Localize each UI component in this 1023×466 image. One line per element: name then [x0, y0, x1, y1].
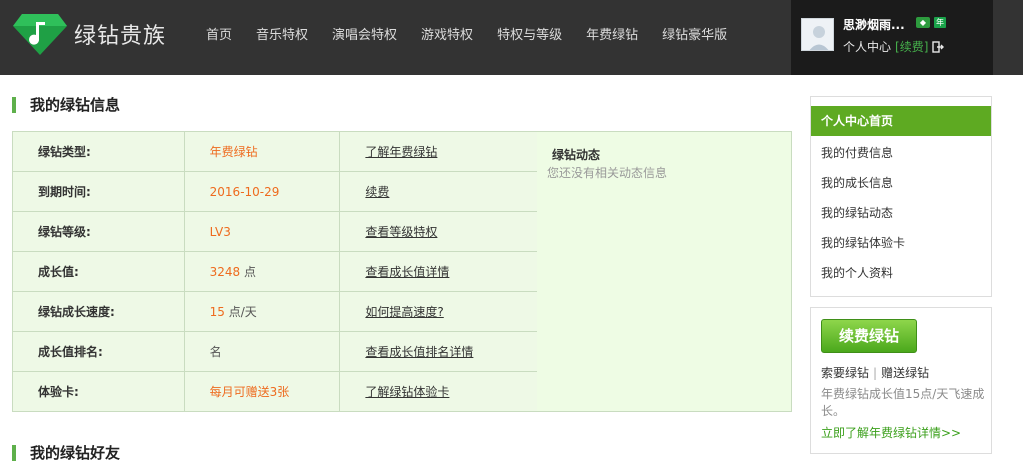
sidebar-item-activity[interactable]: 我的绿钻动态 [811, 198, 991, 228]
info-table: 绿钻类型: 年费绿钻 了解年费绿钻 到期时间: 2016-10-29 续费 绿钻… [12, 131, 538, 412]
main-nav: 首页 音乐特权 演唱会特权 游戏特权 特权与等级 年费绿钻 绿钻豪华版 [196, 24, 751, 43]
row-label: 绿钻等级: [12, 211, 185, 252]
user-links: 个人中心 [续费] [843, 38, 945, 55]
row-value: 3248 点 [183, 251, 341, 292]
header-renew-link[interactable]: [续费] [895, 38, 928, 55]
table-row: 成长值: 3248 点 查看成长值详情 [12, 251, 538, 292]
annual-detail-link[interactable]: 立即了解年费绿钻详情>> [821, 424, 961, 441]
green-diamond-logo-icon [13, 14, 67, 55]
table-row: 成长值排名: 名 查看成长值排名详情 [12, 331, 538, 372]
friends-section-title: 我的绿钻好友 [12, 442, 120, 463]
my-info-section-title: 我的绿钻信息 [12, 94, 120, 115]
sidebar-item-profile[interactable]: 我的个人资料 [811, 258, 991, 288]
row-label: 绿钻类型: [12, 131, 185, 172]
my-info-title: 我的绿钻信息 [30, 96, 121, 114]
row-value: 2016-10-29 [183, 171, 341, 212]
row-value: LV3 [183, 211, 341, 252]
renew-description: 年费绿钻成长值15点/天飞速成长。 [821, 387, 985, 418]
ranking-detail-link[interactable]: 查看成长值排名详情 [365, 345, 473, 359]
row-link-cell: 查看成长值排名详情 [339, 331, 538, 372]
renew-box: 续费绿钻 索要绿钻 | 赠送绿钻 年费绿钻成长值15点/天飞速成长。 立即了解年费绿… [810, 307, 992, 454]
renew-links: 索要绿钻 | 赠送绿钻 [821, 364, 929, 381]
table-row: 绿钻类型: 年费绿钻 了解年费绿钻 [12, 131, 538, 172]
nav-game-privilege[interactable]: 游戏特权 [421, 24, 473, 43]
friends-title: 我的绿钻好友 [30, 444, 121, 462]
nav-annual-green[interactable]: 年费绿钻 [586, 24, 638, 43]
nav-home[interactable]: 首页 [206, 24, 232, 43]
learn-annual-link[interactable]: 了解年费绿钻 [365, 145, 437, 159]
row-link-cell: 了解绿钻体验卡 [339, 371, 538, 412]
nav-privilege-level[interactable]: 特权与等级 [497, 24, 562, 43]
value-text: 每月可赠送3张 [209, 385, 290, 399]
link-separator: | [873, 366, 878, 380]
sidebar-item-payment[interactable]: 我的付费信息 [811, 138, 991, 168]
row-value: 名 [183, 331, 341, 372]
trial-card-link[interactable]: 了解绿钻体验卡 [365, 385, 449, 399]
activity-empty-text: 您还没有相关动态信息 [547, 166, 668, 180]
value-text: 15 [209, 305, 225, 319]
row-value: 年费绿钻 [183, 131, 341, 172]
value-unit: 点 [240, 265, 257, 279]
row-label: 成长值: [12, 251, 185, 292]
activity-title: 绿钻动态 [552, 148, 601, 162]
value-unit: 点/天 [224, 305, 257, 319]
logout-icon[interactable] [932, 40, 945, 53]
logo-text: 绿钻贵族 [74, 24, 167, 49]
user-badges: ◆ 年 [916, 17, 946, 28]
row-link-cell: 续费 [339, 171, 538, 212]
row-link-cell: 了解年费绿钻 [339, 131, 538, 172]
level-privilege-link[interactable]: 查看等级特权 [365, 225, 437, 239]
gift-green-link[interactable]: 赠送绿钻 [881, 366, 929, 380]
row-value: 每月可赠送3张 [183, 371, 341, 412]
sidebar-item-growth[interactable]: 我的成长信息 [811, 168, 991, 198]
title-accent-bar [12, 444, 16, 461]
row-link-cell: 查看成长值详情 [339, 251, 538, 292]
activity-panel: 绿钻动态 您还没有相关动态信息 [537, 131, 792, 412]
table-row: 绿钻成长速度: 15 点/天 如何提高速度? [12, 291, 538, 332]
sidebar-menu: 个人中心首页 我的付费信息 我的成长信息 我的绿钻动态 我的绿钻体验卡 我的个人… [810, 96, 992, 297]
avatar-image-icon [802, 19, 833, 50]
nav-green-deluxe[interactable]: 绿钻豪华版 [662, 24, 727, 43]
improve-speed-link[interactable]: 如何提高速度? [365, 305, 443, 319]
row-value: 15 点/天 [183, 291, 341, 332]
value-text: 年费绿钻 [209, 145, 258, 159]
year-badge: 年 [934, 17, 946, 28]
green-diamond-badge-icon: ◆ [916, 17, 930, 28]
renew-green-button[interactable]: 续费绿钻 [821, 319, 917, 353]
sidebar-item-home[interactable]: 个人中心首页 [811, 106, 991, 136]
value-unit: 名 [209, 345, 222, 359]
row-link-cell: 如何提高速度? [339, 291, 538, 332]
nav-concert-privilege[interactable]: 演唱会特权 [332, 24, 397, 43]
row-label: 绿钻成长速度: [12, 291, 185, 332]
avatar[interactable] [801, 18, 834, 51]
row-label: 成长值排名: [12, 331, 185, 372]
nav-music-privilege[interactable]: 音乐特权 [256, 24, 308, 43]
table-row: 绿钻等级: LV3 查看等级特权 [12, 211, 538, 252]
row-label: 到期时间: [12, 171, 185, 212]
personal-center-link[interactable]: 个人中心 [843, 38, 891, 55]
value-text: 2016-10-29 [209, 184, 280, 199]
renew-link[interactable]: 续费 [365, 185, 389, 199]
top-header: 绿钻贵族 首页 音乐特权 演唱会特权 游戏特权 特权与等级 年费绿钻 绿钻豪华版… [0, 0, 1023, 75]
table-row: 体验卡: 每月可赠送3张 了解绿钻体验卡 [12, 371, 538, 412]
value-text: LV3 [209, 224, 231, 239]
ask-green-link[interactable]: 索要绿钻 [821, 366, 869, 380]
logo[interactable]: 绿钻贵族 [12, 12, 166, 56]
row-label: 体验卡: [12, 371, 185, 412]
value-text: 3248 [209, 265, 241, 279]
username[interactable]: 思渺烟雨... [843, 16, 905, 33]
growth-detail-link[interactable]: 查看成长值详情 [365, 265, 449, 279]
user-panel: 思渺烟雨... ◆ 年 个人中心 [续费] [791, 0, 993, 75]
title-accent-bar [12, 96, 16, 113]
sidebar-item-trial-card[interactable]: 我的绿钻体验卡 [811, 228, 991, 258]
row-link-cell: 查看等级特权 [339, 211, 538, 252]
table-row: 到期时间: 2016-10-29 续费 [12, 171, 538, 212]
